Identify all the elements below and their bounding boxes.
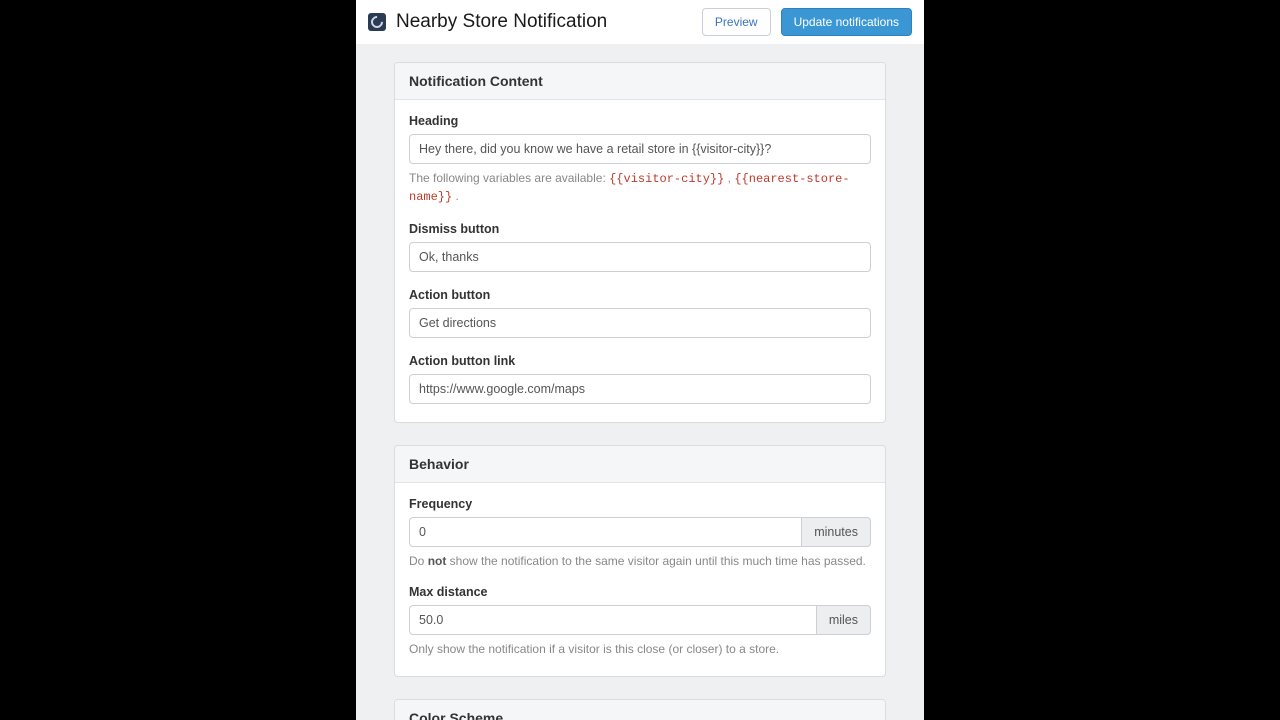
- heading-label: Heading: [409, 114, 871, 128]
- update-notifications-button[interactable]: Update notifications: [781, 8, 912, 36]
- app-frame: Nearby Store Notification Preview Update…: [356, 0, 924, 720]
- max-distance-help-text: Only show the notification if a visitor …: [409, 641, 871, 658]
- action-button-input[interactable]: [409, 308, 871, 338]
- content-area: Notification Content Heading The followi…: [356, 44, 924, 720]
- frequency-help-text: Do not show the notification to the same…: [409, 553, 871, 570]
- card-header: Behavior: [395, 446, 885, 483]
- frequency-input[interactable]: [409, 517, 801, 547]
- behavior-card: Behavior Frequency minutes Do not show t…: [394, 445, 886, 678]
- variables-help-text: The following variables are available: {…: [409, 170, 871, 206]
- max-distance-label: Max distance: [409, 585, 871, 599]
- dismiss-button-label: Dismiss button: [409, 222, 871, 236]
- dismiss-button-input[interactable]: [409, 242, 871, 272]
- action-link-label: Action button link: [409, 354, 871, 368]
- app-logo-icon: [368, 13, 386, 31]
- frequency-label: Frequency: [409, 497, 871, 511]
- max-distance-input[interactable]: [409, 605, 816, 635]
- action-button-label: Action button: [409, 288, 871, 302]
- variable-token: {{visitor-city}}: [609, 172, 724, 186]
- card-header: Color Scheme: [395, 700, 885, 720]
- action-link-input[interactable]: [409, 374, 871, 404]
- notification-content-card: Notification Content Heading The followi…: [394, 62, 886, 423]
- max-distance-unit: miles: [816, 605, 871, 635]
- frequency-unit: minutes: [801, 517, 871, 547]
- card-header: Notification Content: [395, 63, 885, 100]
- heading-input[interactable]: [409, 134, 871, 164]
- preview-button[interactable]: Preview: [702, 8, 771, 36]
- topbar: Nearby Store Notification Preview Update…: [356, 0, 924, 44]
- color-scheme-card: Color Scheme Notification background Hea…: [394, 699, 886, 720]
- page-title: Nearby Store Notification: [396, 11, 692, 33]
